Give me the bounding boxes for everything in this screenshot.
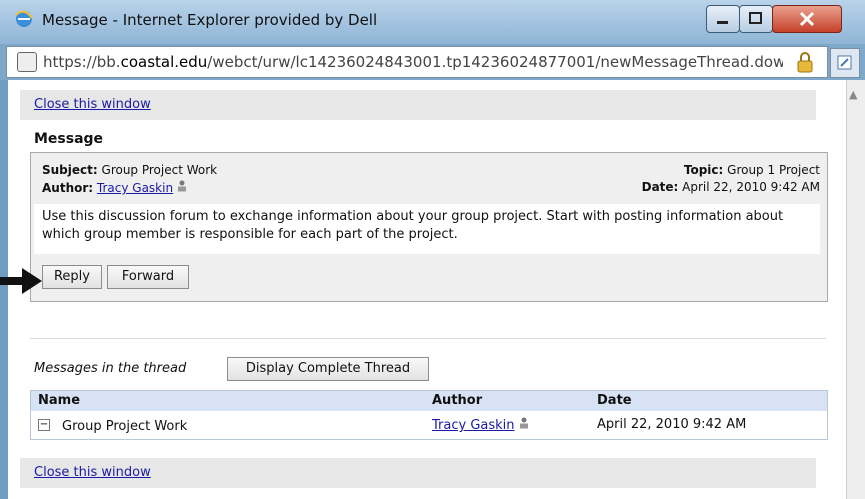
close-window-link-top[interactable]: Close this window bbox=[34, 97, 151, 112]
date-value: April 22, 2010 9:42 AM bbox=[682, 180, 820, 194]
site-favicon-icon bbox=[17, 52, 37, 72]
topic-value: Group 1 Project bbox=[727, 163, 820, 177]
close-window-button[interactable] bbox=[772, 5, 842, 33]
forward-button[interactable]: Forward bbox=[107, 265, 189, 289]
thread-table-header bbox=[31, 391, 827, 411]
page-title: Message bbox=[34, 131, 104, 147]
scroll-up-arrow-icon[interactable]: ▲ bbox=[849, 88, 857, 101]
subject-value: Group Project Work bbox=[101, 163, 218, 177]
message-body: Use this discussion forum to exchange in… bbox=[42, 209, 784, 242]
maximize-button[interactable] bbox=[739, 5, 773, 33]
lock-icon[interactable] bbox=[795, 51, 815, 73]
close-window-link-bottom[interactable]: Close this window bbox=[34, 465, 151, 480]
window-title: Message - Internet Explorer provided by … bbox=[42, 11, 378, 29]
address-bar[interactable]: https://bb.coastal.edu/webct/urw/lc14236… bbox=[6, 46, 828, 78]
column-header-date[interactable]: Date bbox=[597, 393, 632, 408]
minimize-button[interactable] bbox=[706, 5, 740, 33]
person-icon bbox=[177, 180, 186, 192]
table-row-date: April 22, 2010 9:42 AM bbox=[597, 417, 747, 432]
thread-label: Messages in the thread bbox=[34, 361, 187, 376]
topic-line: Topic: Group 1 Project bbox=[683, 163, 820, 177]
date-line: Date: April 22, 2010 9:42 AM bbox=[641, 180, 820, 194]
section-divider bbox=[30, 338, 826, 339]
vertical-scrollbar[interactable] bbox=[846, 80, 865, 499]
collapse-tree-icon[interactable]: − bbox=[38, 419, 50, 431]
display-complete-thread-button[interactable]: Display Complete Thread bbox=[227, 357, 429, 381]
internet-explorer-icon bbox=[15, 10, 33, 27]
column-header-author[interactable]: Author bbox=[432, 393, 482, 408]
column-header-name[interactable]: Name bbox=[38, 393, 80, 408]
subject-line: Subject: Group Project Work bbox=[42, 163, 218, 177]
reply-button[interactable]: Reply bbox=[42, 265, 102, 289]
table-row-author: Tracy Gaskin bbox=[432, 417, 529, 433]
author-link[interactable]: Tracy Gaskin bbox=[97, 181, 173, 195]
compatibility-view-icon[interactable] bbox=[830, 48, 860, 78]
row-author-link[interactable]: Tracy Gaskin bbox=[432, 418, 515, 433]
author-line: Author: Tracy Gaskin bbox=[42, 180, 187, 195]
address-url[interactable]: https://bb.coastal.edu/webct/urw/lc14236… bbox=[43, 53, 783, 71]
table-row-name[interactable]: Group Project Work bbox=[62, 419, 187, 434]
pointer-arrow-icon bbox=[0, 268, 42, 294]
person-icon bbox=[519, 417, 528, 429]
